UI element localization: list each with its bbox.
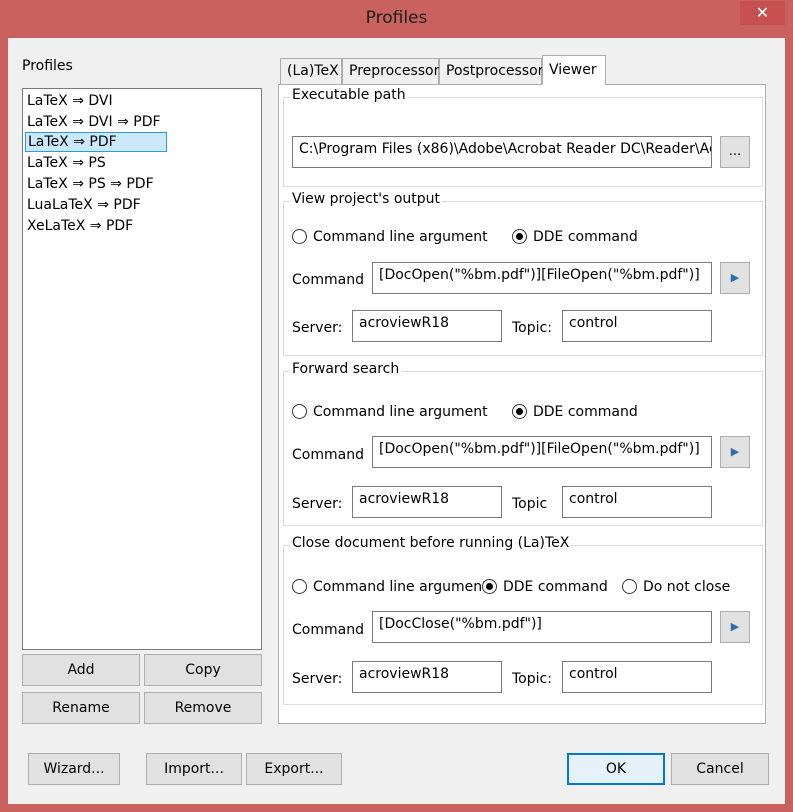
copy-button[interactable]: Copy [144,654,262,686]
forward-search-radio-cmdline[interactable]: Command line argument [292,404,488,422]
forward-search-topic-label: Topic [512,496,548,512]
tab-preprocessor[interactable]: Preprocessor [342,58,439,84]
close-doc-arrow-icon[interactable]: ▶ [720,611,750,643]
export-button[interactable]: Export... [246,753,342,785]
list-item[interactable]: LaTeX ⇒ DVI ⇒ PDF [25,112,163,132]
forward-search-command-label: Command [292,447,364,463]
profiles-label: Profiles [22,58,73,74]
view-output-topic-field[interactable]: control [562,310,712,342]
viewer-panel: Executable path C:\Program Files (x86)\A… [278,84,766,724]
forward-search-group: Forward search Command line argument DDE… [283,361,763,526]
view-output-command-label: Command [292,272,364,288]
ok-button[interactable]: OK [567,753,665,785]
tab-postprocessor[interactable]: Postprocessor [439,58,543,84]
forward-search-server-label: Server: [292,496,343,512]
view-output-server-field[interactable]: acroviewR18 [352,310,502,342]
forward-search-command-field[interactable]: [DocOpen("%bm.pdf")][FileOpen("%bm.pdf")… [372,436,712,468]
view-output-title: View project's output [290,191,443,207]
profiles-list[interactable]: LaTeX ⇒ DVI LaTeX ⇒ DVI ⇒ PDF LaTeX ⇒ PD… [22,88,262,650]
forward-search-topic-field[interactable]: control [562,486,712,518]
list-item[interactable]: LuaLaTeX ⇒ PDF [25,195,143,215]
close-doc-title: Close document before running (La)TeX [290,535,572,551]
forward-search-server-field[interactable]: acroviewR18 [352,486,502,518]
executable-path-field[interactable]: C:\Program Files (x86)\Adobe\Acrobat Rea… [292,136,712,168]
radio-label: Command line argument [313,404,488,420]
close-doc-group: Close document before running (La)TeX Co… [283,535,763,705]
rename-button[interactable]: Rename [22,692,140,724]
forward-search-title: Forward search [290,361,402,377]
view-output-command-field[interactable]: [DocOpen("%bm.pdf")][FileOpen("%bm.pdf")… [372,262,712,294]
close-doc-topic-field[interactable]: control [562,661,712,693]
close-doc-server-field[interactable]: acroviewR18 [352,661,502,693]
dialog-client: Profiles LaTeX ⇒ DVI LaTeX ⇒ DVI ⇒ PDF L… [8,38,785,804]
tab-latex[interactable]: (La)TeX [280,58,342,84]
radio-checked-icon [512,229,527,244]
cancel-button[interactable]: Cancel [671,753,769,785]
radio-icon [622,579,637,594]
close-doc-radio-none[interactable]: Do not close [622,579,730,597]
close-doc-radio-dde[interactable]: DDE command [482,579,608,597]
radio-label: DDE command [503,579,608,595]
radio-label: DDE command [533,404,638,420]
view-output-arrow-icon[interactable]: ▶ [720,262,750,294]
remove-button[interactable]: Remove [144,692,262,724]
wizard-button[interactable]: Wizard... [28,753,120,785]
close-doc-command-label: Command [292,622,364,638]
view-output-group: View project's output Command line argum… [283,191,763,356]
radio-label: Command line argument [313,229,488,245]
forward-search-arrow-icon[interactable]: ▶ [720,436,750,468]
radio-checked-icon [482,579,497,594]
radio-checked-icon [512,404,527,419]
close-doc-server-label: Server: [292,671,343,687]
list-item[interactable]: XeLaTeX ⇒ PDF [25,216,135,236]
radio-label: Do not close [643,579,731,595]
list-item[interactable]: LaTeX ⇒ PS [25,153,108,173]
title-bar[interactable]: Profiles ✕ [0,0,793,38]
radio-label: DDE command [533,229,638,245]
executable-group: Executable path C:\Program Files (x86)\A… [283,87,763,187]
view-output-radio-dde[interactable]: DDE command [512,229,638,247]
window-title: Profiles [365,8,428,28]
browse-button[interactable]: ... [720,136,750,168]
close-doc-topic-label: Topic: [512,671,552,687]
executable-group-title: Executable path [290,87,408,103]
list-item[interactable]: LaTeX ⇒ PS ⇒ PDF [25,174,156,194]
close-icon[interactable]: ✕ [740,1,785,25]
import-button[interactable]: Import... [146,753,242,785]
view-output-radio-cmdline[interactable]: Command line argument [292,229,488,247]
radio-icon [292,404,307,419]
close-doc-command-field[interactable]: [DocClose("%bm.pdf")] [372,611,712,643]
list-item-selected[interactable]: LaTeX ⇒ PDF [25,132,167,152]
profiles-dialog: Profiles ✕ Profiles LaTeX ⇒ DVI LaTeX ⇒ … [0,0,793,812]
radio-label: Command line argument [313,579,488,595]
add-button[interactable]: Add [22,654,140,686]
radio-icon [292,579,307,594]
view-output-topic-label: Topic: [512,320,552,336]
view-output-server-label: Server: [292,320,343,336]
radio-icon [292,229,307,244]
list-item[interactable]: LaTeX ⇒ DVI [25,91,115,111]
forward-search-radio-dde[interactable]: DDE command [512,404,638,422]
close-doc-radio-cmdline[interactable]: Command line argument [292,579,488,597]
tab-viewer[interactable]: Viewer [542,55,606,85]
